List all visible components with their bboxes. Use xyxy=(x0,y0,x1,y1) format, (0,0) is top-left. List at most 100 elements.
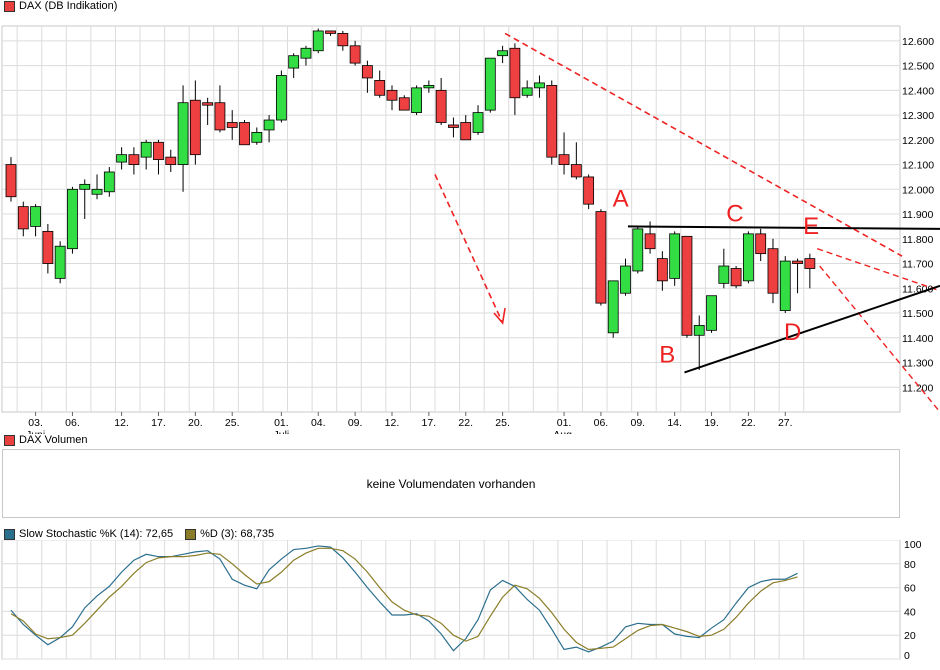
candle-body xyxy=(448,125,458,127)
candle xyxy=(707,296,717,333)
stochastic-y-tick-label: 100 xyxy=(904,540,922,551)
legend-swatch-dax xyxy=(4,1,15,12)
x-tick-label: 04. xyxy=(311,417,326,429)
candle xyxy=(399,95,409,110)
candle-body xyxy=(240,123,250,145)
candle-body xyxy=(780,261,790,310)
volume-empty-message: keine Volumendaten vorhanden xyxy=(3,450,899,517)
legend-swatch-k xyxy=(4,529,15,540)
candle-body xyxy=(633,229,643,271)
dax-candlestick-chart: 12.60012.50012.40012.30012.20012.10012.0… xyxy=(0,14,940,434)
candle-body xyxy=(719,266,729,283)
candle-body xyxy=(522,88,532,95)
stochastic-chart: 0 20 40 60 80 100 xyxy=(0,540,940,670)
stochastic-legend: Slow Stochastic %K (14): 72,65 %D (3): 6… xyxy=(4,528,274,540)
x-tick-label: 01. xyxy=(557,417,572,429)
candle-body xyxy=(338,33,348,45)
volume-panel: keine Volumendaten vorhanden xyxy=(2,449,900,518)
stochastic-y-tick-label: 0 xyxy=(904,650,910,662)
x-tick-label: 19. xyxy=(704,417,719,429)
x-tick-label: 12. xyxy=(114,417,129,429)
candle-body xyxy=(55,246,65,278)
candle-body xyxy=(203,103,213,105)
y-tick-label: 11.900 xyxy=(902,209,933,221)
candle-body xyxy=(117,155,127,162)
candle-body xyxy=(252,132,262,142)
stochastic-y-tick-label: 60 xyxy=(904,583,916,595)
y-tick-label: 11.300 xyxy=(902,358,933,370)
candle-body xyxy=(141,142,151,157)
x-tick-label: 14. xyxy=(667,417,682,429)
candle xyxy=(55,241,65,283)
candle-body xyxy=(153,142,163,159)
candle-body xyxy=(227,123,237,128)
candle xyxy=(633,226,643,273)
candle-body xyxy=(326,31,336,33)
candle xyxy=(485,58,495,112)
candle xyxy=(780,256,790,313)
y-tick-label: 12.500 xyxy=(902,61,934,73)
candle-body xyxy=(436,90,446,122)
y-tick-label: 11.700 xyxy=(902,259,933,271)
y-tick-label: 12.000 xyxy=(902,184,934,196)
candle-body xyxy=(178,103,188,165)
candle-body xyxy=(805,259,815,269)
candle xyxy=(412,85,422,115)
y-tick-label: 12.100 xyxy=(902,160,934,172)
y-tick-label: 12.300 xyxy=(902,110,934,122)
candle-body xyxy=(301,48,311,58)
stochastic-y-tick-label: 20 xyxy=(904,630,916,642)
candle-body xyxy=(559,155,569,165)
y-tick-label: 11.500 xyxy=(902,308,933,320)
candle-body xyxy=(43,231,53,263)
stochastic-y-tick-label: 80 xyxy=(904,559,916,571)
candle-body xyxy=(104,172,114,192)
candle-body xyxy=(645,234,655,249)
x-tick-label: 01. xyxy=(274,417,289,429)
candle-body xyxy=(399,98,409,110)
candle-body xyxy=(707,296,717,331)
candle-body xyxy=(67,189,77,248)
stochastic-k-legend-label: Slow Stochastic %K (14): 72,65 xyxy=(19,528,173,540)
x-tick-label: 17. xyxy=(422,417,437,429)
x-tick-label: 12. xyxy=(385,417,400,429)
x-tick-label: 22. xyxy=(741,417,756,429)
candle-body xyxy=(31,207,41,227)
y-tick-label: 12.600 xyxy=(902,36,934,48)
candle-body xyxy=(387,90,397,100)
candle xyxy=(682,236,692,337)
x-tick-label: 20. xyxy=(188,417,203,429)
candle-body xyxy=(190,100,200,154)
candle-body xyxy=(461,123,471,140)
stochastic-y-tick-label: 40 xyxy=(904,606,916,618)
main-chart-legend: DAX (DB Indikation) xyxy=(4,0,117,12)
y-tick-label: 11.400 xyxy=(902,333,933,345)
candle-body xyxy=(756,234,766,254)
candle xyxy=(276,71,286,123)
candle xyxy=(240,120,250,145)
candle xyxy=(67,187,77,254)
x-tick-label: 09. xyxy=(630,417,645,429)
x-tick-label: 25. xyxy=(225,417,240,429)
candle-body xyxy=(313,31,323,51)
candle-body xyxy=(657,259,667,281)
candle xyxy=(743,231,753,283)
candle-body xyxy=(350,46,360,63)
main-plot-area xyxy=(2,26,900,412)
x-tick-label: 27. xyxy=(778,417,793,429)
y-tick-label: 12.400 xyxy=(902,85,934,97)
stochastic-d-legend-label: %D (3): 68,735 xyxy=(200,528,274,540)
main-chart-legend-label: DAX (DB Indikation) xyxy=(19,0,117,12)
candle-body xyxy=(596,212,606,304)
candle-body xyxy=(694,325,704,335)
candle-body xyxy=(6,165,16,197)
candle-body xyxy=(547,85,557,157)
pattern-label-a: A xyxy=(613,186,629,213)
candle-body xyxy=(80,184,90,189)
candle-body xyxy=(473,113,483,133)
candle-body xyxy=(129,155,139,165)
candle-body xyxy=(682,236,692,335)
volume-legend-label: DAX Volumen xyxy=(19,434,87,446)
candle-body xyxy=(485,58,495,110)
candle xyxy=(670,231,680,285)
